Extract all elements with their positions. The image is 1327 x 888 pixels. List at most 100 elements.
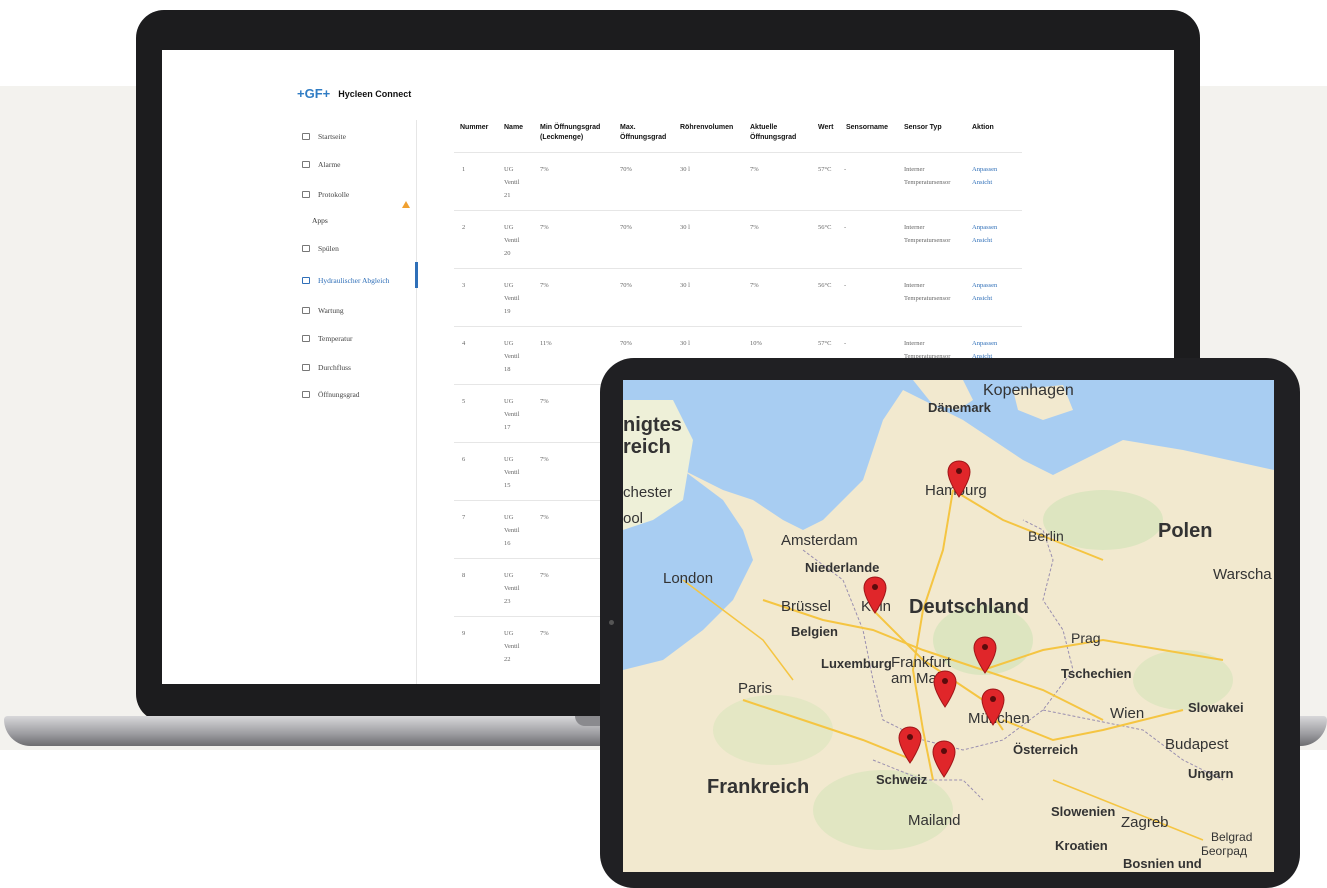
map-label: Polen [1158,520,1213,542]
sidebar-item-label: Protokolle [318,190,350,199]
sidebar-item-label: Alarme [318,160,341,169]
cell-min: 7% [540,166,549,173]
sidebar-item-wartung[interactable]: Wartung [302,306,344,315]
cell-wert: 57°C [818,340,832,347]
cell-name: UG Ventil 22 [504,630,520,663]
sidebar-item-durchfluss[interactable]: Durchfluss [302,363,351,372]
header-name: Name [504,124,524,131]
cell-nummer: 2 [462,224,466,231]
sidebar-item-temperatur[interactable]: Temperatur [302,334,352,343]
cell-min: 7% [540,514,549,521]
sidebar-item-oeffnungsgrad[interactable]: Öffnungsgrad [302,390,360,399]
cell-wert: 57°C [818,166,832,173]
cell-volumen: 30 l [680,282,690,289]
sidebar-item-protokolle[interactable]: Protokolle [302,190,349,199]
cell-nummer: 5 [462,398,466,405]
map-label: Luxemburg [821,656,892,671]
header-aktuell: Aktuelle Öffnungsgrad [750,124,797,141]
cell-min: 11% [540,340,552,347]
map-label: Paris [738,680,773,697]
ansicht-link[interactable]: Ansicht [972,176,992,189]
cell-aktuell: 7% [750,224,759,231]
sidebar-item-alarme[interactable]: Alarme [302,160,341,169]
map-label: Deutschland [909,596,1030,618]
cell-nummer: 1 [462,166,466,173]
cell-name: UG Ventil 15 [504,456,520,489]
map-label: Schweiz [876,772,928,787]
sidebar-item-hydraulischer-abgleich[interactable]: Hydraulischer Abgleich [302,276,389,285]
location-marker-icon[interactable] [947,460,971,498]
map-label: Wien [1110,705,1145,722]
map-label: Београд [1201,844,1247,858]
brand: +GF+ Hycleen Connect [297,86,411,101]
log-icon [302,191,310,198]
anpassen-link[interactable]: Anpassen [972,337,997,350]
cell-nummer: 8 [462,572,466,579]
cell-max: 70% [620,224,632,231]
map-label: Frankreich [707,776,810,798]
gf-logo: +GF+ [297,86,331,101]
sidebar: Startseite Alarme Protokolle Apps Spülen… [162,120,417,684]
table-row: 1 UG Ventil 21 7% 70% 30 l 7% 57°C - Int… [454,152,1022,210]
map-label: Belgrad [1211,830,1253,844]
sidebar-item-label: Startseite [318,132,346,141]
anpassen-link[interactable]: Anpassen [972,163,997,176]
cell-sensorname: - [844,340,847,347]
cell-max: 70% [620,166,632,173]
location-marker-icon[interactable] [973,636,997,674]
map-label: Zagreb [1121,814,1169,831]
page-icon [302,133,310,140]
sidebar-item-label: Hydraulischer Abgleich [318,276,390,285]
cell-min: 7% [540,456,549,463]
cell-name: UG Ventil 21 [504,166,520,199]
cell-wert: 56°C [818,282,832,289]
cell-sensorname: - [844,282,847,289]
map-label: Kopenhagen [983,382,1074,399]
app-icon [302,307,310,314]
location-marker-icon[interactable] [981,688,1005,726]
sidebar-item-label: Wartung [318,306,344,315]
tablet-camera [609,620,614,625]
cell-wert: 56°C [818,224,832,231]
header-typ: Sensor Typ [904,124,942,131]
header-min: Min Öffnungsgrad (Leckmenge) [540,124,601,141]
table-row: 3 UG Ventil 19 7% 70% 30 l 7% 56°C - Int… [454,268,1022,326]
cell-aktuell: 7% [750,166,759,173]
cell-volumen: 30 l [680,166,690,173]
cell-min: 7% [540,572,549,579]
map-label: Slowenien [1051,804,1116,819]
location-marker-icon[interactable] [932,740,956,778]
ansicht-link[interactable]: Ansicht [972,234,992,247]
map-view[interactable]: Kopenhagen Dänemark nigtes reich chester… [623,380,1274,872]
map-label: Kroatien [1055,838,1108,853]
header-max: Max. Öffnungsgrad [620,124,667,141]
app-icon [302,335,310,342]
app-icon [302,245,310,252]
cell-nummer: 6 [462,456,466,463]
map-label: ool [623,510,644,527]
sidebar-item-spuelen[interactable]: Spülen [302,244,339,253]
location-marker-icon[interactable] [863,576,887,614]
location-marker-icon[interactable] [933,670,957,708]
cell-nummer: 9 [462,630,466,637]
location-marker-icon[interactable] [898,726,922,764]
anpassen-link[interactable]: Anpassen [972,279,997,292]
map-label: Österreich [1013,742,1079,757]
ansicht-link[interactable]: Ansicht [972,292,992,305]
table-header: Nummer Name Min Öffnungsgrad (Leckmenge)… [454,120,1022,156]
app-icon [302,364,310,371]
cell-name: UG Ventil 16 [504,514,520,547]
cell-typ: Interner Temperatursensor [904,224,951,244]
apps-section-label: Apps [312,216,328,225]
alarm-icon [302,161,310,168]
header-wert: Wert [818,124,834,131]
map-label: London [663,570,714,587]
table-row: 2 UG Ventil 20 7% 70% 30 l 7% 56°C - Int… [454,210,1022,268]
warning-icon [402,201,410,208]
app-icon [302,277,310,284]
cell-volumen: 30 l [680,224,690,231]
cell-nummer: 7 [462,514,466,521]
sidebar-item-startseite[interactable]: Startseite [302,132,346,141]
cell-aktuell: 10% [750,340,762,347]
anpassen-link[interactable]: Anpassen [972,221,997,234]
